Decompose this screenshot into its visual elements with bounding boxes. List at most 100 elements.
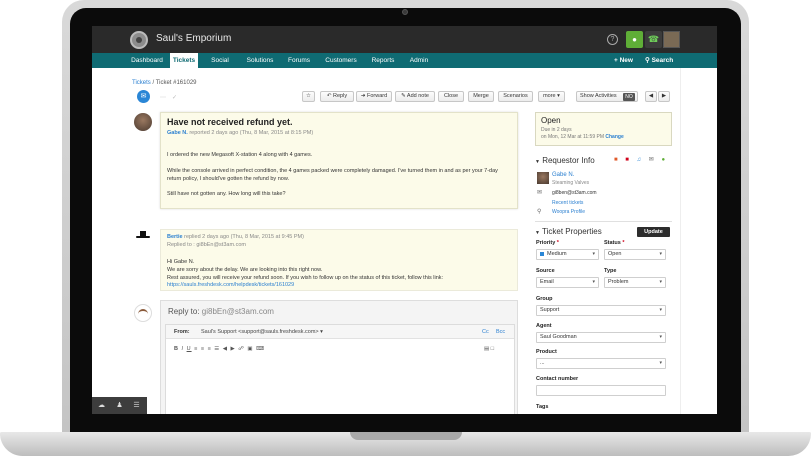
nav-forums[interactable]: Forums bbox=[286, 53, 312, 68]
reply-button[interactable]: ↶ Reply bbox=[320, 91, 354, 102]
change-due-link[interactable]: Change bbox=[605, 134, 623, 140]
priority-label-text: Priority bbox=[536, 240, 556, 246]
integration-icon[interactable]: ✉ bbox=[649, 157, 654, 163]
priority-select[interactable]: Medium ▾ bbox=[536, 249, 599, 260]
from-row: From: Saul's Support <support@sauls.fres… bbox=[166, 325, 514, 339]
status-due-date: on Mon, 12 Mar at 11:59 PM Change bbox=[541, 134, 624, 140]
ticket-link[interactable]: https://sauls.freshdesk.com/helpdesk/tic… bbox=[167, 282, 294, 288]
integration-icon[interactable]: ♫ bbox=[637, 157, 642, 163]
contact-number-input[interactable] bbox=[536, 385, 666, 396]
integration-icon[interactable]: ● bbox=[661, 157, 665, 163]
source-label: Source bbox=[536, 268, 555, 274]
product-label: Product bbox=[536, 349, 557, 355]
star-button[interactable]: ☆ bbox=[302, 91, 315, 102]
avatar[interactable] bbox=[663, 31, 680, 48]
message-line: While the console arrived in perfect con… bbox=[167, 168, 498, 174]
prev-ticket-button[interactable]: ◀ bbox=[645, 91, 657, 102]
reply-to-address: gi8bEn@st3am.com bbox=[199, 307, 274, 316]
search-button[interactable]: ⚲ Search bbox=[645, 53, 673, 68]
chat-icon[interactable]: ● bbox=[626, 31, 643, 48]
message-line: return policy, I should've gotten the re… bbox=[167, 176, 290, 182]
agent-avatar bbox=[136, 231, 150, 238]
from-value: Saul's Support <support@sauls.freshdesk.… bbox=[201, 329, 319, 335]
reply-to: Reply to: gi8bEn@st3am.com bbox=[168, 307, 274, 316]
integration-icon[interactable]: ■ bbox=[614, 157, 618, 163]
check-icon[interactable]: ✓ bbox=[172, 94, 177, 101]
add-note-button[interactable]: ✎ Add note bbox=[395, 91, 435, 102]
product-select[interactable]: ... ▾ bbox=[536, 358, 666, 369]
status-label: Status * bbox=[604, 240, 625, 246]
cc-link[interactable]: Cc bbox=[482, 329, 489, 335]
properties-heading[interactable]: ▼ Ticket Properties bbox=[535, 227, 602, 236]
editor-toolbar[interactable]: B I U ≡ ≡ ≡ ☰ ◀ ▶ ☍ ▣ ⌨ bbox=[174, 346, 265, 352]
logo-icon[interactable] bbox=[130, 31, 148, 49]
camera-icon bbox=[402, 9, 408, 15]
agent-name[interactable]: Bertie bbox=[167, 234, 183, 240]
forward-button[interactable]: ➜ Forward bbox=[356, 91, 392, 102]
integration-icon[interactable]: ■ bbox=[625, 157, 629, 163]
message-line: I ordered the new Megasoft X-station 4 a… bbox=[167, 152, 313, 158]
add-note-label: Add note bbox=[406, 93, 429, 99]
email-icon: ✉ bbox=[537, 190, 543, 196]
reply-editor[interactable]: From: Saul's Support <support@sauls.fres… bbox=[165, 324, 515, 414]
customer-name[interactable]: Gabe N. bbox=[167, 130, 188, 136]
breadcrumb-tickets[interactable]: Tickets bbox=[132, 80, 151, 86]
customer-avatar bbox=[134, 113, 152, 131]
product-value: ... bbox=[540, 360, 545, 366]
link-icon[interactable]: ⋯ bbox=[160, 94, 166, 101]
group-select[interactable]: Support ▾ bbox=[536, 305, 666, 316]
type-label: Type bbox=[604, 268, 617, 274]
reply-line: Rest assured, you will receive your refu… bbox=[167, 275, 444, 281]
show-activities-state[interactable]: NO bbox=[623, 93, 635, 101]
ticket-subject: Have not received refund yet. bbox=[167, 117, 293, 127]
close-button[interactable]: Close bbox=[438, 91, 464, 102]
new-button[interactable]: + New bbox=[614, 53, 633, 68]
replied-to: Replied to : gi8bEn@st3am.com bbox=[167, 242, 246, 248]
breadcrumb: Tickets / Ticket #161029 bbox=[132, 80, 197, 86]
requestor-heading[interactable]: ▼ Requestor Info bbox=[535, 156, 595, 165]
requestor-avatar bbox=[537, 172, 549, 184]
menu-icon[interactable]: ☰ bbox=[131, 400, 142, 411]
main-nav: Dashboard Tickets Social Solutions Forum… bbox=[92, 53, 717, 68]
requestor-name[interactable]: Gabe N. bbox=[552, 172, 574, 178]
scenarios-button[interactable]: Scenarios bbox=[498, 91, 533, 102]
nav-admin[interactable]: Admin bbox=[407, 53, 431, 68]
merge-button[interactable]: Merge bbox=[468, 91, 494, 102]
requestor-email: gi8ben@st3am.com bbox=[552, 190, 597, 196]
due-date: on Mon, 12 Mar at 11:59 PM bbox=[541, 134, 604, 140]
reply-line: We are sorry about the delay. We are loo… bbox=[167, 267, 323, 273]
help-icon[interactable]: ? bbox=[607, 34, 618, 45]
nav-dashboard[interactable]: Dashboard bbox=[130, 53, 164, 68]
status-due: Due in 2 days bbox=[541, 127, 572, 133]
agent-value: Saul Goodman bbox=[540, 334, 577, 340]
type-value: Problem bbox=[608, 279, 629, 285]
update-button[interactable]: Update bbox=[637, 227, 670, 237]
more-button[interactable]: more ▾ bbox=[538, 91, 565, 102]
nav-tickets[interactable]: Tickets bbox=[170, 53, 198, 68]
next-ticket-button[interactable]: ▶ bbox=[658, 91, 670, 102]
recent-tickets-link[interactable]: Recent tickets bbox=[552, 200, 583, 206]
requestor-integrations: ■ ■ ♫ ✉ ● bbox=[614, 156, 665, 163]
forward-label: Forward bbox=[366, 93, 388, 99]
properties-heading-label: Ticket Properties bbox=[542, 227, 602, 236]
type-select[interactable]: Problem ▾ bbox=[604, 277, 666, 288]
nav-social[interactable]: Social bbox=[208, 53, 232, 68]
editor-toolbar-right[interactable]: ▤ □ bbox=[484, 346, 494, 352]
status-select[interactable]: Open ▾ bbox=[604, 249, 666, 260]
search-label: Search bbox=[651, 57, 674, 64]
nav-customers[interactable]: Customers bbox=[323, 53, 359, 68]
nav-reports[interactable]: Reports bbox=[370, 53, 396, 68]
title-bar: Saul's Emporium ? ● ☎ bbox=[92, 26, 717, 53]
from-select[interactable]: Saul's Support <support@sauls.freshdesk.… bbox=[201, 329, 323, 335]
show-activities-label: Show Activities bbox=[580, 93, 617, 99]
phone-icon[interactable]: ☎ bbox=[645, 31, 662, 48]
source-select[interactable]: Email ▾ bbox=[536, 277, 599, 288]
bcc-link[interactable]: Bcc bbox=[496, 329, 505, 335]
scrollbar[interactable] bbox=[680, 68, 681, 414]
cloud-icon[interactable]: ☁ bbox=[96, 400, 107, 411]
woopra-profile-link[interactable]: Woopra Profile bbox=[552, 209, 585, 215]
nav-solutions[interactable]: Solutions bbox=[245, 53, 275, 68]
bottom-toolbar: ☁ ♟ ☰ bbox=[92, 397, 147, 414]
user-icon[interactable]: ♟ bbox=[114, 400, 125, 411]
agent-select[interactable]: Saul Goodman ▾ bbox=[536, 332, 666, 343]
